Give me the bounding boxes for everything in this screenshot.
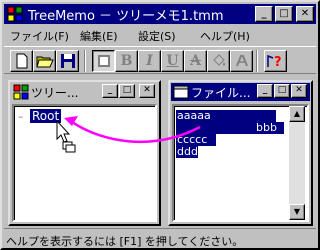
drag-cursor-icon: [56, 120, 76, 153]
app-window: TreeMemo － ツリーメモ1.tmm _ □ ✕ ファイル(F) 編集(E…: [0, 0, 320, 250]
drag-arrow: [64, 116, 201, 144]
status-bar: ヘルプを表示するには [F1] を押してください。: [4, 228, 316, 248]
status-text: ヘルプを表示するには [F1] を押してください。: [6, 235, 244, 248]
